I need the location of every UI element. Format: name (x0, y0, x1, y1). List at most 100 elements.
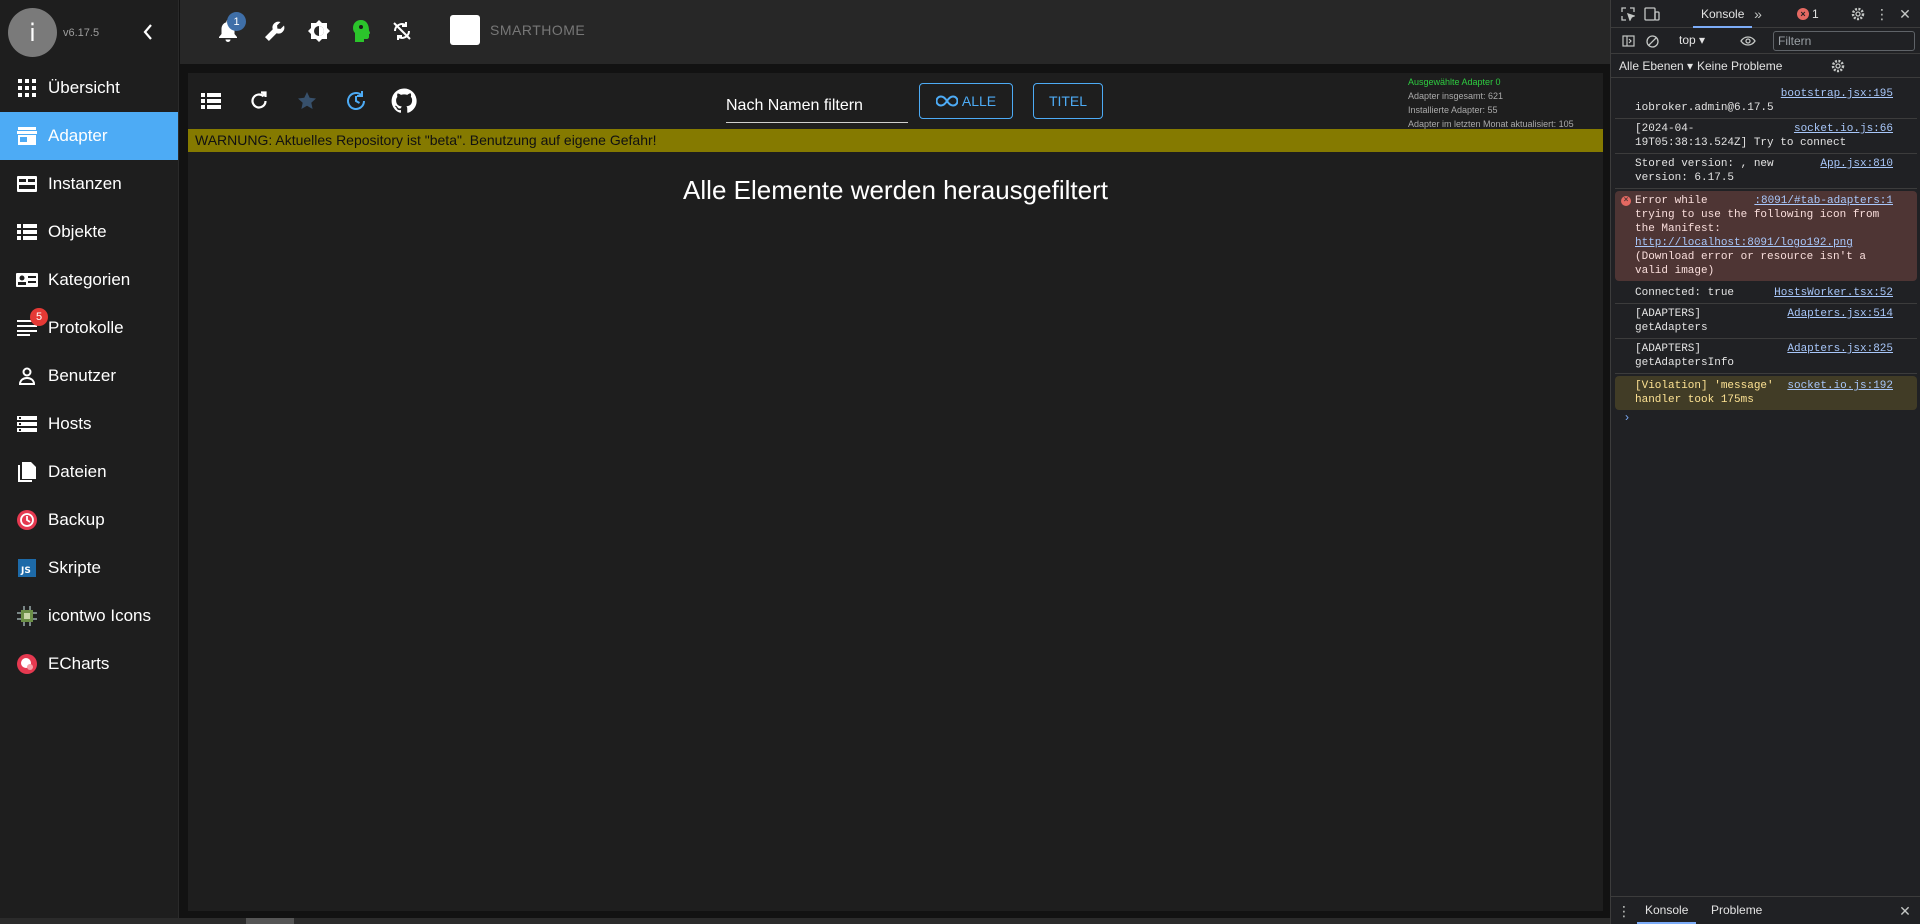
console-message: Adapters.jsx:825 [ADAPTERS] getAdaptersI… (1615, 339, 1917, 374)
sidebar-item-echarts[interactable]: ECharts (0, 640, 178, 688)
all-button[interactable]: ALLE (919, 83, 1013, 119)
sidebar-item-categories[interactable]: Kategorien (0, 256, 178, 304)
message-source-link[interactable]: socket.io.js:192 (1787, 379, 1893, 393)
sync-off-icon (393, 22, 411, 40)
server-icon (16, 413, 38, 435)
console-log: bootstrap.jsx:195 iobroker.admin@6.17.5 … (1611, 84, 1920, 410)
expert-mode-button[interactable] (346, 16, 376, 46)
avatar[interactable]: i (8, 8, 57, 57)
sidebar-item-label: Protokolle (48, 318, 124, 337)
message-source-link[interactable]: App.jsx:810 (1820, 157, 1893, 171)
context-select[interactable]: top ▾ (1679, 33, 1705, 47)
backup-icon (16, 509, 38, 531)
sidebar-item-overview[interactable]: Übersicht (0, 64, 178, 112)
horizontal-scrollbar[interactable] (0, 918, 1610, 924)
list-view-button[interactable] (196, 86, 226, 116)
console-error-message: × :8091/#tab-adapters:1 Error while tryi… (1615, 191, 1917, 281)
message-source-link[interactable]: HostsWorker.tsx:52 (1774, 286, 1893, 300)
error-icon: × (1797, 8, 1809, 20)
sidebar-item-users[interactable]: Benutzer (0, 352, 178, 400)
sidebar-item-instances[interactable]: Instanzen (0, 160, 178, 208)
message-text: [ADAPTERS] getAdaptersInfo (1635, 343, 1735, 369)
theme-toggle-button[interactable] (304, 16, 334, 46)
files-icon (16, 461, 38, 483)
sidebar-item-label: Benutzer (48, 366, 117, 385)
more-tabs-icon[interactable]: » (1749, 5, 1767, 23)
list-icon (16, 221, 38, 243)
expert-head-icon (353, 20, 370, 42)
message-text-tail: (Download error or resource isn't a vali… (1635, 251, 1867, 277)
inspect-icon[interactable] (1619, 5, 1637, 23)
sidebar-item-icontwo[interactable]: icontwo Icons (0, 592, 178, 640)
name-filter-field[interactable] (726, 91, 908, 123)
sidebar-item-adapter[interactable]: Adapter (0, 112, 178, 160)
message-source-link[interactable]: :8091/#tab-adapters:1 (1754, 194, 1893, 208)
gear-icon[interactable] (1849, 5, 1867, 23)
notifications-button[interactable]: 1 (213, 12, 246, 46)
sidebar-item-hosts[interactable]: Hosts (0, 400, 178, 448)
sync-button[interactable] (387, 16, 417, 46)
scrollbar-thumb[interactable] (246, 918, 294, 924)
github-button[interactable] (389, 86, 419, 116)
instances-icon (16, 173, 38, 195)
app-root: i v6.17.5 Übersicht Adapter Instanzen Ob… (0, 0, 1920, 924)
manifest-icon-link[interactable]: http://localhost:8091/logo192.png (1635, 237, 1853, 249)
close-icon[interactable]: ✕ (1896, 5, 1914, 23)
logo-box (450, 15, 480, 45)
tab-console[interactable]: Konsole (1693, 0, 1753, 28)
console-filter-input[interactable] (1773, 31, 1915, 51)
message-source-link[interactable]: bootstrap.jsx:195 (1781, 87, 1893, 101)
favorites-button[interactable] (292, 86, 322, 116)
adapters-toolbar: ALLE TITEL Ausgewählte Adapter 0 Adapter… (188, 73, 1603, 129)
sidebar-toggle-icon[interactable] (1619, 32, 1637, 50)
beta-warning-banner: WARNUNG: Aktuelles Repository ist "beta"… (188, 129, 1603, 152)
context-value: top (1679, 33, 1696, 47)
drawer-close-icon[interactable]: ✕ (1896, 902, 1914, 920)
adapter-stats: Ausgewählte Adapter 0 Adapter insgesamt:… (1408, 75, 1574, 131)
sidebar-item-label: Dateien (48, 462, 107, 481)
message-source-link[interactable]: socket.io.js:66 (1794, 122, 1893, 136)
brand-title: SMARTHOME (490, 22, 586, 38)
sidebar-item-scripts[interactable]: JS Skripte (0, 544, 178, 592)
title-button-label: TITEL (1048, 93, 1088, 109)
issues-link[interactable]: Keine Probleme (1697, 59, 1782, 73)
console-message: bootstrap.jsx:195 iobroker.admin@6.17.5 (1615, 84, 1917, 119)
sidebar-header: i v6.17.5 (0, 0, 178, 64)
console-message: socket.io.js:66 [2024-04-19T05:38:13.524… (1615, 119, 1917, 154)
sidebar-item-logs[interactable]: 5 Protokolle (0, 304, 178, 352)
title-button[interactable]: TITEL (1033, 83, 1103, 119)
console-prompt[interactable]: › (1625, 410, 1629, 424)
svg-text:JS: JS (20, 566, 31, 576)
stats-total: Adapter insgesamt: 621 (1408, 91, 1504, 101)
chevron-left-icon (143, 24, 152, 40)
updates-button[interactable] (341, 86, 371, 116)
eye-icon[interactable] (1739, 32, 1757, 50)
console-levels-bar: Alle Ebenen ▾ Keine Probleme (1611, 54, 1920, 78)
settings-wrench-button[interactable] (260, 16, 290, 46)
clear-console-icon[interactable] (1643, 32, 1661, 50)
devtools-drawer-tabs: ⋮ Konsole Probleme ✕ (1611, 896, 1920, 924)
error-counter[interactable]: × 1 (1797, 7, 1819, 21)
device-toolbar-icon[interactable] (1643, 5, 1661, 23)
message-source-link[interactable]: Adapters.jsx:825 (1787, 342, 1893, 356)
notifications-badge: 1 (227, 12, 246, 31)
drawer-tab-issues[interactable]: Probleme (1711, 903, 1762, 917)
message-text: [Violation] 'message' handler took 175ms (1635, 380, 1774, 406)
id-card-icon (16, 269, 38, 291)
sidebar-item-objects[interactable]: Objekte (0, 208, 178, 256)
console-settings-icon[interactable] (1829, 57, 1847, 75)
collapse-sidebar-button[interactable] (138, 20, 158, 44)
refresh-button[interactable] (244, 86, 274, 116)
sidebar-item-backup[interactable]: Backup (0, 496, 178, 544)
drawer-tab-console[interactable]: Konsole (1637, 903, 1697, 924)
drawer-menu-icon[interactable]: ⋮ (1615, 902, 1633, 920)
console-toolbar: top ▾ (1611, 28, 1920, 54)
sidebar-item-files[interactable]: Dateien (0, 448, 178, 496)
empty-state-message: Alle Elemente werden herausgefiltert (683, 175, 1108, 205)
name-filter-input[interactable] (726, 91, 908, 121)
kebab-menu-icon[interactable]: ⋮ (1873, 5, 1891, 23)
log-levels-select[interactable]: Alle Ebenen ▾ (1619, 59, 1693, 73)
stats-installed: Installierte Adapter: 55 (1408, 105, 1498, 115)
message-text: iobroker.admin@6.17.5 (1635, 102, 1774, 114)
message-source-link[interactable]: Adapters.jsx:514 (1787, 307, 1893, 321)
